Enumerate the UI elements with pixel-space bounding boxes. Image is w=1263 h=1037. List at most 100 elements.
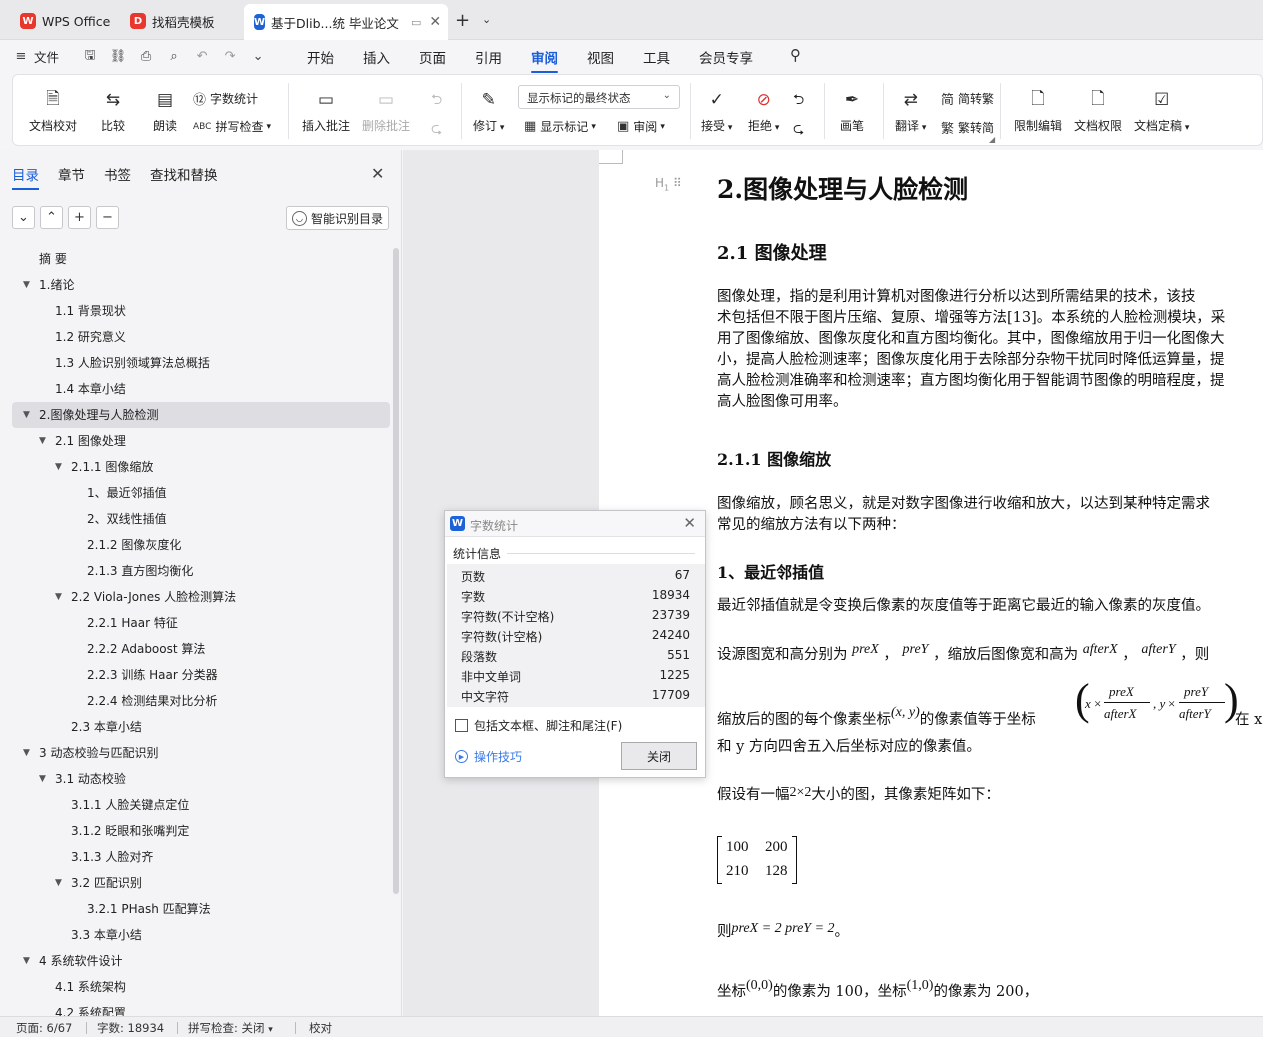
toc-item[interactable]: 2.2.2 Adaboost 算法 bbox=[12, 636, 390, 662]
expand-toggle-icon[interactable]: ▼ bbox=[23, 948, 30, 974]
proofread-button[interactable]: 🗎 文档校对 bbox=[29, 87, 77, 134]
nav-tab-toc[interactable]: 目录 bbox=[12, 164, 39, 190]
tab-view[interactable]: 视图 bbox=[587, 47, 614, 67]
document-permission-button[interactable]: 🗋 文档权限 bbox=[1074, 87, 1122, 134]
print-icon[interactable]: ⎙ bbox=[137, 48, 155, 66]
toc-item[interactable]: 3.1.2 眨眼和张嘴判定 bbox=[12, 818, 390, 844]
reject-button[interactable]: ⊘ 拒绝 ▾ bbox=[748, 87, 779, 134]
track-changes-button[interactable]: ✎ 修订 ▾ bbox=[473, 87, 504, 134]
toc-item[interactable]: 1.4 本章小结 bbox=[12, 376, 390, 402]
expand-group-icon[interactable]: ◢ bbox=[989, 135, 995, 144]
traditional-to-simplified-button[interactable]: 繁 繁转简 bbox=[941, 118, 994, 137]
toc-item[interactable]: 4.1 系统架构 bbox=[12, 974, 390, 1000]
checkbox-box[interactable] bbox=[455, 719, 468, 732]
pen-button[interactable]: ✒ 画笔 bbox=[839, 87, 865, 134]
toc-item[interactable]: ▼ 3 动态校验与匹配识别 bbox=[12, 740, 390, 766]
word-count-indicator[interactable]: 字数: 18934 bbox=[97, 1020, 164, 1036]
finalize-document-button[interactable]: ☑ 文档定稿 ▾ bbox=[1134, 87, 1189, 134]
tab-member[interactable]: 会员专享 bbox=[699, 47, 753, 67]
review-pane-button[interactable]: ▣ 审阅 ▾ bbox=[617, 118, 665, 135]
close-tab-icon[interactable]: ✕ bbox=[429, 14, 441, 30]
undo-icon[interactable]: ↶ bbox=[193, 48, 211, 66]
add-heading-button[interactable]: + bbox=[68, 206, 91, 229]
close-button[interactable]: 关闭 bbox=[621, 742, 697, 770]
previous-comment-icon[interactable]: ⮌ bbox=[431, 89, 442, 113]
toc-item[interactable]: 1.3 人脸识别领域算法总概括 bbox=[12, 350, 390, 376]
spell-check-indicator[interactable]: 拼写检查: 关闭 ▾ bbox=[188, 1020, 273, 1036]
search-icon[interactable]: ⚲ bbox=[790, 46, 801, 64]
toc-item[interactable]: 摘 要 bbox=[12, 246, 390, 272]
accept-button[interactable]: ✓ 接受 ▾ bbox=[701, 87, 732, 134]
translate-button[interactable]: ⇄ 翻译 ▾ bbox=[895, 87, 926, 134]
tab-current-document[interactable]: W 基于Dlib...统 毕业论文 ▭ ✕ bbox=[244, 4, 448, 40]
toc-item[interactable]: 2.3 本章小结 bbox=[12, 714, 390, 740]
expand-toggle-icon[interactable]: ▼ bbox=[23, 402, 30, 428]
expand-toggle-icon[interactable]: ▼ bbox=[23, 740, 30, 766]
proofread-indicator[interactable]: 校对 bbox=[309, 1020, 332, 1036]
expand-toggle-icon[interactable]: ▼ bbox=[55, 584, 62, 610]
previous-change-icon[interactable]: ⮌ bbox=[793, 89, 804, 113]
toc-item[interactable]: 3.1.1 人脸关键点定位 bbox=[12, 792, 390, 818]
file-menu[interactable]: 文件 bbox=[34, 47, 59, 66]
compare-button[interactable]: ⇆ 比较 bbox=[100, 87, 126, 134]
expand-toggle-icon[interactable]: ▼ bbox=[39, 428, 46, 454]
next-change-icon[interactable]: ⮎ bbox=[793, 118, 804, 142]
toc-item[interactable]: 2.2.4 检测结果对比分析 bbox=[12, 688, 390, 714]
close-icon[interactable]: ✕ bbox=[371, 164, 384, 183]
remove-heading-button[interactable]: − bbox=[96, 206, 119, 229]
tab-references[interactable]: 引用 bbox=[475, 47, 502, 67]
toc-item[interactable]: 2、双线性插值 bbox=[12, 506, 390, 532]
toc-item[interactable]: 3.2.1 PHash 匹配算法 bbox=[12, 896, 390, 922]
chevron-down-icon[interactable]: ⌄ bbox=[482, 13, 491, 26]
toc-item[interactable]: ▼ 2.1 图像处理 bbox=[12, 428, 390, 454]
spell-check-button[interactable]: ABC 拼写检查 ▾ bbox=[193, 118, 271, 135]
toc-item[interactable]: 3.1.3 人脸对齐 bbox=[12, 844, 390, 870]
show-markup-button[interactable]: ▦ 显示标记 ▾ bbox=[524, 118, 596, 135]
expand-toggle-icon[interactable]: ▼ bbox=[55, 870, 62, 896]
tab-docer-templates[interactable]: D 找稻壳模板 bbox=[120, 6, 225, 36]
markup-state-dropdown[interactable]: 显示标记的最终状态 ⌄ bbox=[518, 85, 680, 109]
expand-toggle-icon[interactable]: ▼ bbox=[39, 766, 46, 792]
toc-item[interactable]: 1、最近邻插值 bbox=[12, 480, 390, 506]
new-tab-icon[interactable]: + bbox=[455, 10, 470, 31]
heading-handle-icon[interactable]: H1 ⠿ bbox=[655, 176, 682, 192]
collapse-button[interactable]: ⌄ bbox=[12, 206, 35, 229]
toc-item[interactable]: ▼ 3.1 动态校验 bbox=[12, 766, 390, 792]
tab-home[interactable]: 开始 bbox=[307, 47, 334, 67]
share-icon[interactable]: ⛓ bbox=[109, 48, 127, 66]
toc-item[interactable]: ▼ 2.图像处理与人脸检测 bbox=[12, 402, 390, 428]
include-textboxes-checkbox[interactable]: 包括文本框、脚注和尾注(F) bbox=[455, 717, 622, 734]
toc-item[interactable]: 2.1.2 图像灰度化 bbox=[12, 532, 390, 558]
window-restore-icon[interactable]: ▭ bbox=[411, 16, 421, 29]
toc-item[interactable]: ▼ 2.1.1 图像缩放 bbox=[12, 454, 390, 480]
nav-tab-sections[interactable]: 章节 bbox=[58, 164, 85, 184]
toc-item[interactable]: 1.1 背景现状 bbox=[12, 298, 390, 324]
tab-tools[interactable]: 工具 bbox=[643, 47, 670, 67]
toc-item[interactable]: ▼ 4 系统软件设计 bbox=[12, 948, 390, 974]
nav-tab-bookmarks[interactable]: 书签 bbox=[104, 164, 131, 184]
toc-item[interactable]: 3.3 本章小结 bbox=[12, 922, 390, 948]
page-indicator[interactable]: 页面: 6/67 bbox=[16, 1020, 72, 1036]
toc-item[interactable]: ▼ 3.2 匹配识别 bbox=[12, 870, 390, 896]
delete-comment-button[interactable]: ▭ 删除批注 bbox=[362, 87, 410, 134]
tab-wps-office[interactable]: W WPS Office bbox=[10, 6, 120, 36]
hamburger-menu-icon[interactable]: ≡ bbox=[12, 48, 30, 66]
print-preview-icon[interactable]: ⌕ bbox=[165, 48, 183, 66]
simplified-to-traditional-button[interactable]: 简 简转繁 bbox=[941, 89, 994, 108]
word-count-button[interactable]: ⑫ 字数统计 bbox=[193, 89, 258, 108]
chevron-down-icon[interactable]: ⌄ bbox=[249, 48, 267, 66]
next-comment-icon[interactable]: ⮎ bbox=[431, 118, 442, 142]
restrict-editing-button[interactable]: 🗋 限制编辑 bbox=[1014, 87, 1062, 134]
toc-item[interactable]: 2.2.1 Haar 特征 bbox=[12, 610, 390, 636]
tab-page[interactable]: 页面 bbox=[419, 47, 446, 67]
read-aloud-button[interactable]: ▤ 朗读 bbox=[152, 87, 178, 134]
smart-toc-button[interactable]: ◡ 智能识别目录 bbox=[286, 206, 389, 230]
save-icon[interactable]: 🖫 bbox=[81, 48, 99, 66]
toc-item[interactable]: 1.2 研究意义 bbox=[12, 324, 390, 350]
tab-review[interactable]: 审阅 bbox=[531, 47, 558, 73]
insert-comment-button[interactable]: ▭ 插入批注 bbox=[302, 87, 350, 134]
toc-item[interactable]: 2.1.3 直方图均衡化 bbox=[12, 558, 390, 584]
toc-item[interactable]: ▼ 2.2 Viola-Jones 人脸检测算法 bbox=[12, 584, 390, 610]
expand-toggle-icon[interactable]: ▼ bbox=[23, 272, 30, 298]
redo-icon[interactable]: ↷ bbox=[221, 48, 239, 66]
